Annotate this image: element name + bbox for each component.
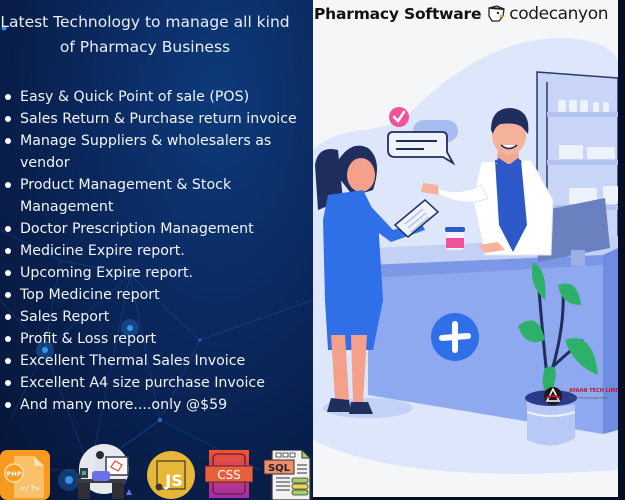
feature-item: Easy & Quick Point of sale (POS) bbox=[5, 86, 310, 108]
brand-logo bbox=[544, 387, 562, 405]
css-label: CSS bbox=[217, 468, 241, 482]
php-label: PHP bbox=[7, 470, 22, 478]
plus-icon bbox=[431, 313, 479, 361]
feature-item: Excellent A4 size purchase Invoice bbox=[5, 372, 310, 394]
medicine-jar-icon bbox=[445, 227, 465, 250]
feature-item: Excellent Thermal Sales Invoice bbox=[5, 350, 310, 372]
title-bar: Pharmacy Software codecanyon bbox=[313, 2, 608, 26]
pharmacy-illustration bbox=[313, 38, 618, 497]
feature-item: Medicine Expire report. bbox=[5, 240, 310, 262]
illustration-panel: Pharmacy Software codecanyon bbox=[313, 0, 618, 497]
feature-item: Product Management & Stock Management bbox=[5, 174, 310, 218]
check-badge-icon bbox=[389, 107, 409, 127]
codecanyon-logo: codecanyon bbox=[487, 4, 608, 24]
marketplace-name: codecanyon bbox=[509, 4, 609, 24]
javascript-icon: JS bbox=[146, 450, 196, 500]
feature-item: Sales Report bbox=[5, 306, 310, 328]
codecanyon-bird-icon bbox=[488, 5, 506, 22]
brand-tagline: Make Everything Easy bbox=[569, 396, 608, 400]
feature-item: Doctor Prescription Management bbox=[5, 218, 310, 240]
promo-banner: Latest Technology to manage all kind of … bbox=[0, 0, 625, 500]
feature-item: Profit & Loss report bbox=[5, 328, 310, 350]
feature-item: Manage Suppliers & wholesalers as vendor bbox=[5, 130, 310, 174]
tech-stack-row: PHP </?> JS CSS SQL bbox=[0, 444, 313, 500]
sql-database-icon: SQL bbox=[264, 450, 312, 500]
feature-item: Sales Return & Purchase return invoice bbox=[5, 108, 310, 130]
brand-name: AYAAN TECH LIMITED bbox=[569, 388, 625, 394]
feature-panel: Latest Technology to manage all kind of … bbox=[0, 0, 313, 500]
js-label: JS bbox=[164, 471, 182, 490]
product-title: Pharmacy Software bbox=[314, 5, 482, 23]
php-file-icon: PHP </?> bbox=[0, 450, 50, 500]
frame-edge-right bbox=[618, 0, 625, 500]
sql-label: SQL bbox=[268, 463, 291, 474]
feature-item: Upcoming Expire report. bbox=[5, 262, 310, 284]
laravel-developer-icon bbox=[70, 443, 132, 500]
css-icon: CSS bbox=[205, 450, 253, 498]
feature-list: Easy & Quick Point of sale (POS) Sales R… bbox=[5, 86, 310, 416]
svg-text:</?>: </?> bbox=[20, 484, 39, 493]
feature-item: And many more....only @$59 bbox=[5, 394, 310, 416]
feature-item: Top Medicine report bbox=[5, 284, 310, 306]
headline: Latest Technology to manage all kind of … bbox=[0, 13, 290, 56]
